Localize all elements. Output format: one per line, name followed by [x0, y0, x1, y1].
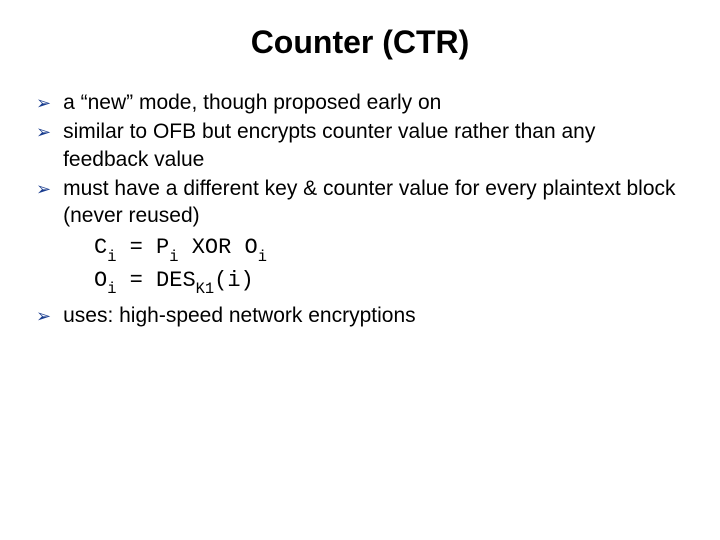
formula-line-2: Oi = DESK1(i)	[94, 266, 684, 298]
formula-line-1: Ci = Pi XOR Oi	[94, 233, 684, 265]
bullet-list: ➢ a “new” mode, though proposed early on…	[36, 89, 684, 229]
bullet-item-4: ➢ uses: high-speed network encryptions	[36, 302, 684, 329]
bullet-item-3: ➢ must have a different key & counter va…	[36, 175, 684, 230]
bullet-item-1: ➢ a “new” mode, though proposed early on	[36, 89, 684, 116]
bullet-text: uses: high-speed network encryptions	[63, 302, 684, 329]
chevron-right-icon: ➢	[36, 121, 51, 144]
bullet-list-2: ➢ uses: high-speed network encryptions	[36, 302, 684, 329]
bullet-text: must have a different key & counter valu…	[63, 175, 684, 230]
chevron-right-icon: ➢	[36, 178, 51, 201]
slide-title: Counter (CTR)	[36, 24, 684, 61]
chevron-right-icon: ➢	[36, 305, 51, 328]
bullet-text: a “new” mode, though proposed early on	[63, 89, 684, 116]
formula-block: Ci = Pi XOR Oi Oi = DESK1(i)	[94, 233, 684, 297]
chevron-right-icon: ➢	[36, 92, 51, 115]
bullet-item-2: ➢ similar to OFB but encrypts counter va…	[36, 118, 684, 173]
bullet-text: similar to OFB but encrypts counter valu…	[63, 118, 684, 173]
